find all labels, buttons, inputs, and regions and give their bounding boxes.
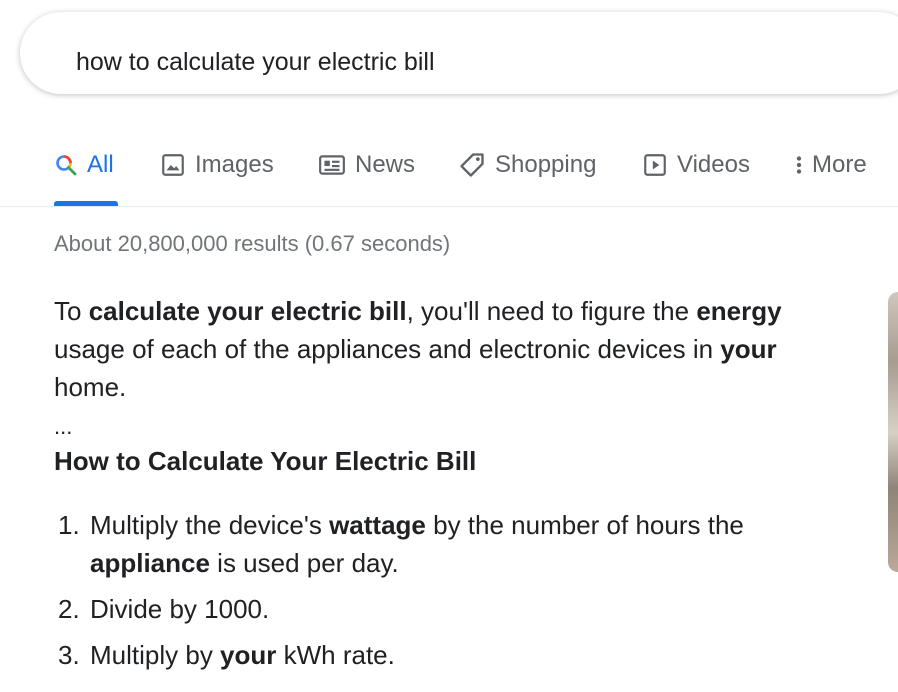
list-number: 2.	[58, 594, 80, 624]
list-number: 1.	[58, 510, 80, 540]
tab-images-label: Images	[195, 151, 274, 178]
tab-shopping-label: Shopping	[495, 151, 597, 178]
search-icon	[54, 153, 78, 177]
tag-icon	[458, 151, 486, 179]
snippet-text: , you'll need to figure the	[406, 296, 697, 326]
video-icon	[642, 152, 668, 178]
step-bold: appliance	[90, 548, 210, 578]
active-tab-indicator	[54, 201, 118, 206]
tab-videos-label: Videos	[677, 151, 750, 178]
snippet-text: home.	[54, 372, 127, 402]
tab-news-label: News	[355, 151, 416, 178]
news-icon	[318, 152, 346, 178]
snippet-heading: How to Calculate Your Electric Bill	[54, 446, 477, 476]
step-bold: your	[220, 640, 277, 670]
step-text: by the number of hours the	[425, 510, 744, 540]
snippet-ellipsis: ...	[54, 414, 73, 439]
step-text: Multiply the device's	[90, 510, 330, 540]
snippet-thumbnail-image[interactable]	[888, 292, 898, 572]
search-box[interactable]: how to calculate your electric bill	[20, 12, 898, 94]
tab-all[interactable]: All	[54, 150, 114, 180]
tab-all-label: All	[87, 151, 114, 178]
step-text: is used per day.	[209, 548, 399, 578]
snippet-text: usage of each of the appliances and elec…	[54, 334, 721, 364]
snippet-bold: calculate your electric bill	[88, 296, 407, 326]
search-results-page: how to calculate your electric bill All	[0, 0, 898, 692]
result-stats: About 20,800,000 results (0.67 seconds)	[54, 231, 451, 256]
tab-videos[interactable]: Videos	[642, 150, 750, 180]
search-input[interactable]: how to calculate your electric bill	[76, 48, 435, 77]
search-tabs: All Images News Shopping Videos More	[0, 140, 898, 207]
list-item: 2. Divide by 1000.	[54, 590, 854, 628]
tab-more-label: More	[812, 151, 867, 178]
step-text: Divide by 1000.	[90, 594, 270, 624]
snippet-text: To	[54, 296, 89, 326]
list-item: 3. Multiply by your kWh rate.	[54, 636, 854, 674]
tab-news[interactable]: News	[318, 150, 415, 180]
step-bold: wattage	[329, 510, 426, 540]
steps-list: 1. Multiply the device's wattage by the n…	[54, 506, 854, 682]
tab-more[interactable]: More	[792, 150, 867, 180]
list-number: 3.	[58, 640, 80, 670]
tab-shopping[interactable]: Shopping	[458, 150, 596, 180]
image-icon	[160, 152, 186, 178]
featured-snippet-text: To calculate your electric bill, you'll …	[54, 292, 854, 406]
more-vert-icon	[792, 152, 806, 178]
list-item: 1. Multiply the device's wattage by the n…	[54, 506, 854, 582]
snippet-bold: your	[720, 334, 777, 364]
tab-images[interactable]: Images	[160, 150, 274, 180]
snippet-bold: energy	[696, 296, 782, 326]
step-text: Multiply by	[90, 640, 221, 670]
step-text: kWh rate.	[276, 640, 395, 670]
